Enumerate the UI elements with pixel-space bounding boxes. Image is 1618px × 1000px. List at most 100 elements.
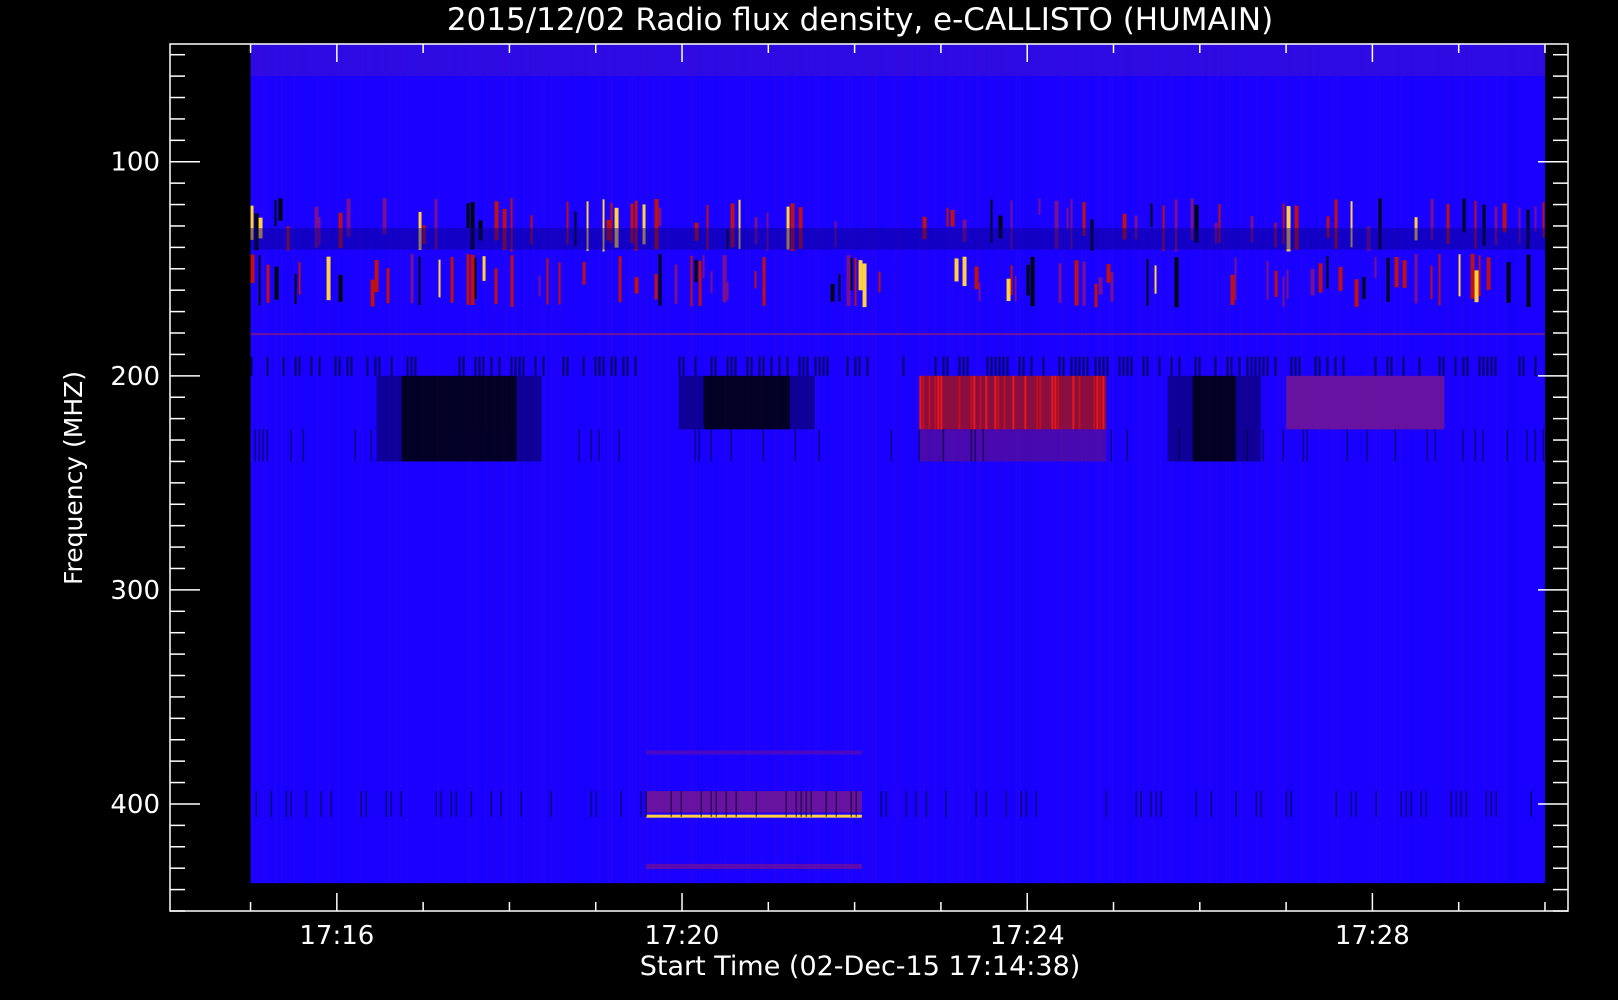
y-axis-label: Frequency (MHZ) <box>59 371 88 585</box>
strip-column <box>962 356 965 376</box>
band-428-line <box>646 863 862 869</box>
emission-column <box>979 375 982 430</box>
strip-column <box>498 356 501 376</box>
texture-column <box>787 44 790 884</box>
band-400-column <box>520 791 523 817</box>
depletion-edge <box>516 375 542 462</box>
texture-column <box>1234 44 1237 884</box>
burst-mark <box>658 254 662 306</box>
strip-column <box>1002 356 1005 376</box>
strip-column <box>1482 356 1485 376</box>
texture-column <box>1186 44 1189 884</box>
texture-column <box>1471 44 1474 884</box>
band-400-column <box>1195 791 1198 817</box>
texture-column <box>700 44 703 884</box>
burst-mark <box>438 259 441 298</box>
band-400-column <box>945 791 948 817</box>
strip-column <box>390 356 393 376</box>
texture-column <box>598 44 601 884</box>
texture-column <box>262 44 265 884</box>
strip-column <box>334 356 337 376</box>
strip-column <box>1262 356 1265 376</box>
texture-column <box>1081 44 1084 884</box>
texture-column <box>1129 44 1132 884</box>
strip-column <box>542 356 545 376</box>
burst-mark <box>1362 276 1366 300</box>
band-400-column <box>1005 791 1008 817</box>
texture-column <box>1264 44 1267 884</box>
feature-enhanced-emission <box>919 375 1107 462</box>
strip-column <box>518 356 521 376</box>
texture-column <box>697 44 700 884</box>
burst-mark <box>1478 255 1481 297</box>
strip-column <box>1454 356 1457 376</box>
burst-mark <box>1374 257 1377 279</box>
burst-mark <box>1430 265 1433 300</box>
strip-column <box>258 429 261 462</box>
burst-mark <box>538 275 541 297</box>
strip-column <box>710 356 713 376</box>
band-400-column <box>800 791 803 817</box>
texture-column <box>844 44 847 884</box>
texture-column <box>463 44 466 884</box>
band-400-column <box>735 791 738 817</box>
strip-column <box>1466 356 1469 376</box>
band-400-column <box>270 791 273 817</box>
band-400-column <box>1485 791 1488 817</box>
depletion-edge <box>1235 375 1261 462</box>
strip-column <box>854 356 857 376</box>
texture-column <box>541 44 544 884</box>
strip-column <box>1418 356 1421 376</box>
strip-column <box>1366 429 1369 462</box>
burst-mark <box>482 256 486 281</box>
burst-mark <box>850 257 853 291</box>
band-400-column <box>1350 791 1353 817</box>
texture-column <box>304 44 307 884</box>
band-400-column <box>1020 791 1023 817</box>
strip-column <box>578 429 581 462</box>
texture-column <box>1084 44 1087 884</box>
texture-column <box>814 44 817 884</box>
texture-column <box>523 44 526 884</box>
strip-column <box>1082 356 1085 376</box>
texture-column <box>799 44 802 884</box>
texture-column <box>913 44 916 884</box>
texture-column <box>610 44 613 884</box>
strip-column <box>1342 356 1345 376</box>
band-400-column <box>785 791 788 817</box>
strip-column <box>946 356 949 376</box>
strip-column <box>1110 429 1113 462</box>
texture-column <box>1330 44 1333 884</box>
strip-column <box>1086 356 1089 376</box>
texture-column <box>502 44 505 884</box>
texture-column <box>1240 44 1243 884</box>
band-400-column <box>925 791 928 817</box>
burst-mark <box>1526 254 1531 307</box>
band-400-column <box>1210 791 1213 817</box>
burst-mark <box>702 255 705 279</box>
strip-column <box>626 356 629 376</box>
band-400-column <box>1235 791 1238 817</box>
strip-column <box>462 356 465 376</box>
burst-mark <box>1094 283 1098 308</box>
texture-column <box>364 44 367 884</box>
burst-mark <box>1150 203 1153 227</box>
texture-column <box>952 44 955 884</box>
burst-mark <box>582 261 586 285</box>
strip-column <box>802 356 805 376</box>
strip-column <box>1542 429 1545 462</box>
texture-column <box>898 44 901 884</box>
texture-column <box>1075 44 1078 884</box>
texture-column <box>388 44 391 884</box>
strip-column <box>1198 356 1201 376</box>
band-400-column <box>1460 791 1463 817</box>
strip-column <box>1062 356 1065 376</box>
texture-column <box>1396 44 1399 884</box>
strip-column <box>1178 356 1181 376</box>
depletion-edge <box>1167 375 1193 462</box>
texture-column <box>1504 44 1507 884</box>
strip-column <box>1442 356 1445 376</box>
heatmap <box>250 44 1546 884</box>
strip-column <box>678 356 681 376</box>
texture-column <box>1228 44 1231 884</box>
